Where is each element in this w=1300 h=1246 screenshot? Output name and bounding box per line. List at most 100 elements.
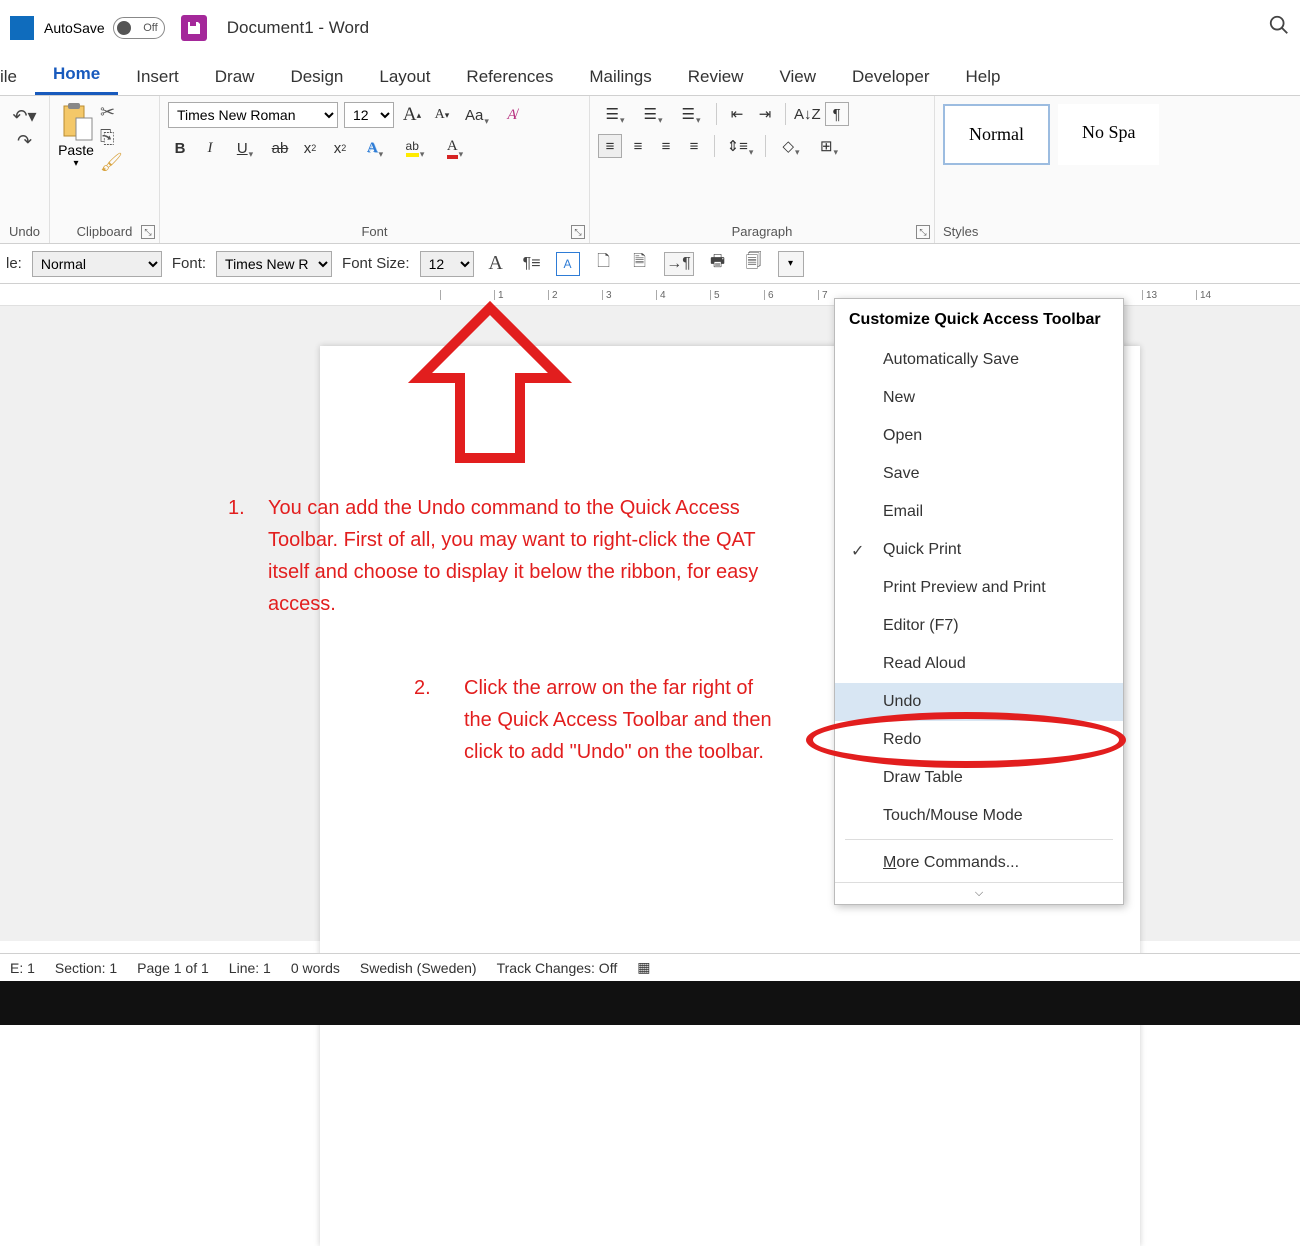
tab-file[interactable]: ile [0,59,35,95]
dropdown-item-read-aloud[interactable]: Read Aloud [835,645,1123,683]
line-spacing-button[interactable]: ⇕≡▾ [723,134,757,158]
dropdown-item-touch-mouse-mode[interactable]: Touch/Mouse Mode [835,797,1123,835]
tab-draw[interactable]: Draw [197,59,273,95]
font-select[interactable]: Times New R [216,251,332,277]
size-label: Font Size: [342,255,410,272]
status-section[interactable]: Section: 1 [55,960,117,976]
cut-icon[interactable]: ✂ [100,102,123,123]
show-marks-button[interactable]: ¶ [825,102,849,126]
qat-paragraph-icon[interactable]: ¶≡ [520,252,544,276]
style-normal[interactable]: Normal [943,104,1050,165]
borders-button[interactable]: ⊞▾ [812,134,846,158]
clipboard-launcher[interactable]: ⤡ [141,225,155,239]
bold-button[interactable]: B [168,136,192,160]
tab-help[interactable]: Help [948,59,1019,95]
decrease-indent-button[interactable]: ⇤ [725,102,749,126]
redo-button[interactable]: ↷ [17,131,32,152]
paragraph-launcher[interactable]: ⤡ [916,225,930,239]
qat-textbox-icon[interactable]: A [556,252,580,276]
dropdown-item-quick-print[interactable]: ✓Quick Print [835,531,1123,569]
dropdown-item-print-preview-and-print[interactable]: Print Preview and Print [835,569,1123,607]
tab-layout[interactable]: Layout [361,59,448,95]
dropdown-header: Customize Quick Access Toolbar [835,299,1123,341]
dropdown-item-email[interactable]: Email [835,493,1123,531]
tab-developer[interactable]: Developer [834,59,948,95]
numbering-button[interactable]: ☰▾ [636,102,670,126]
dropdown-more-commands[interactable]: More Commands... [835,844,1123,882]
font-launcher[interactable]: ⤡ [571,225,585,239]
annotation-ellipse [806,712,1126,768]
undo-button[interactable]: ↶▾ [12,106,36,127]
sort-button[interactable]: A↓Z [794,102,821,126]
increase-indent-button[interactable]: ⇥ [753,102,777,126]
document-title: Document1 - Word [227,18,369,38]
change-case-button[interactable]: Aa▾ [460,103,494,127]
dropdown-item-editor-f7-[interactable]: Editor (F7) [835,607,1123,645]
tab-design[interactable]: Design [272,59,361,95]
underline-button[interactable]: U▾ [228,136,262,160]
align-left-button[interactable]: ≡ [598,134,622,158]
justify-button[interactable]: ≡ [682,134,706,158]
toggle-off-label: Off [143,22,157,34]
tab-mailings[interactable]: Mailings [571,59,669,95]
highlight-button[interactable]: ab▾ [398,136,432,160]
font-label: Font: [172,255,206,272]
search-icon[interactable] [1268,14,1290,42]
app-icon [10,16,34,40]
ribbon: ↶▾ ↷ Undo Paste ▾ ✂ ⎘ 🖌 Clipboard ⤡ Time… [0,96,1300,244]
paste-button[interactable]: Paste ▾ [58,102,94,173]
instruction-1-number: 1. [228,492,245,524]
increase-font-icon[interactable]: A▴ [400,103,424,127]
dropdown-item-save[interactable]: Save [835,455,1123,493]
align-right-button[interactable]: ≡ [654,134,678,158]
tab-home[interactable]: Home [35,56,118,95]
clear-formatting-icon[interactable]: A̸ [500,103,524,127]
dropdown-item-new[interactable]: New [835,379,1123,417]
subscript-button[interactable]: x2 [298,136,322,160]
status-track-changes[interactable]: Track Changes: Off [497,960,618,976]
customize-qat-menu: Customize Quick Access Toolbar Automatic… [834,298,1124,905]
copy-icon[interactable]: ⎘ [100,127,123,148]
autosave-toggle[interactable]: AutoSave Off [44,17,165,39]
toggle-switch[interactable]: Off [113,17,165,39]
qat-doc-icon[interactable]: 🗐 [742,252,766,276]
dropdown-item-open[interactable]: Open [835,417,1123,455]
format-painter-icon[interactable]: 🖌 [100,152,123,173]
font-name-select[interactable]: Times New Roman [168,102,338,128]
font-size-select[interactable]: 12 [344,102,394,128]
status-page[interactable]: Page 1 of 1 [137,960,209,976]
styles-group: Normal No Spa Styles [935,96,1300,243]
decrease-font-icon[interactable]: A▾ [430,103,454,127]
align-center-button[interactable]: ≡ [626,134,650,158]
toggle-knob [117,21,131,35]
bullets-button[interactable]: ☰▾ [598,102,632,126]
italic-button[interactable]: I [198,136,222,160]
qat-customize-dropdown[interactable]: ▾ [778,251,804,277]
qat-font-icon[interactable]: A [484,252,508,276]
status-words[interactable]: 0 words [291,960,340,976]
text-effects-button[interactable]: A▾ [358,136,392,160]
tab-review[interactable]: Review [670,59,762,95]
tab-insert[interactable]: Insert [118,59,197,95]
status-e[interactable]: E: 1 [10,960,35,976]
tab-view[interactable]: View [761,59,834,95]
qat-page-icon[interactable]: 🗋 [592,252,616,276]
style-no-spacing[interactable]: No Spa [1058,104,1160,165]
qat-page2-icon[interactable]: 🗎 [628,252,652,276]
style-select[interactable]: Normal [32,251,162,277]
dropdown-expand-icon[interactable]: ⌵ [835,882,1123,904]
save-icon[interactable] [181,15,207,41]
qat-print-icon[interactable]: 🖶 [706,252,730,276]
strikethrough-button[interactable]: ab [268,136,292,160]
dropdown-item-automatically-save[interactable]: Automatically Save [835,341,1123,379]
shading-button[interactable]: ◇▾ [774,134,808,158]
qat-pilcrow-icon[interactable]: →¶ [664,252,694,276]
font-color-button[interactable]: A▾ [438,136,472,160]
status-language[interactable]: Swedish (Sweden) [360,960,477,976]
superscript-button[interactable]: x2 [328,136,352,160]
status-macro-icon[interactable]: ▦ [637,959,650,976]
size-select[interactable]: 12 [420,251,474,277]
multilevel-button[interactable]: ☰▾ [674,102,708,126]
status-line[interactable]: Line: 1 [229,960,271,976]
tab-references[interactable]: References [448,59,571,95]
